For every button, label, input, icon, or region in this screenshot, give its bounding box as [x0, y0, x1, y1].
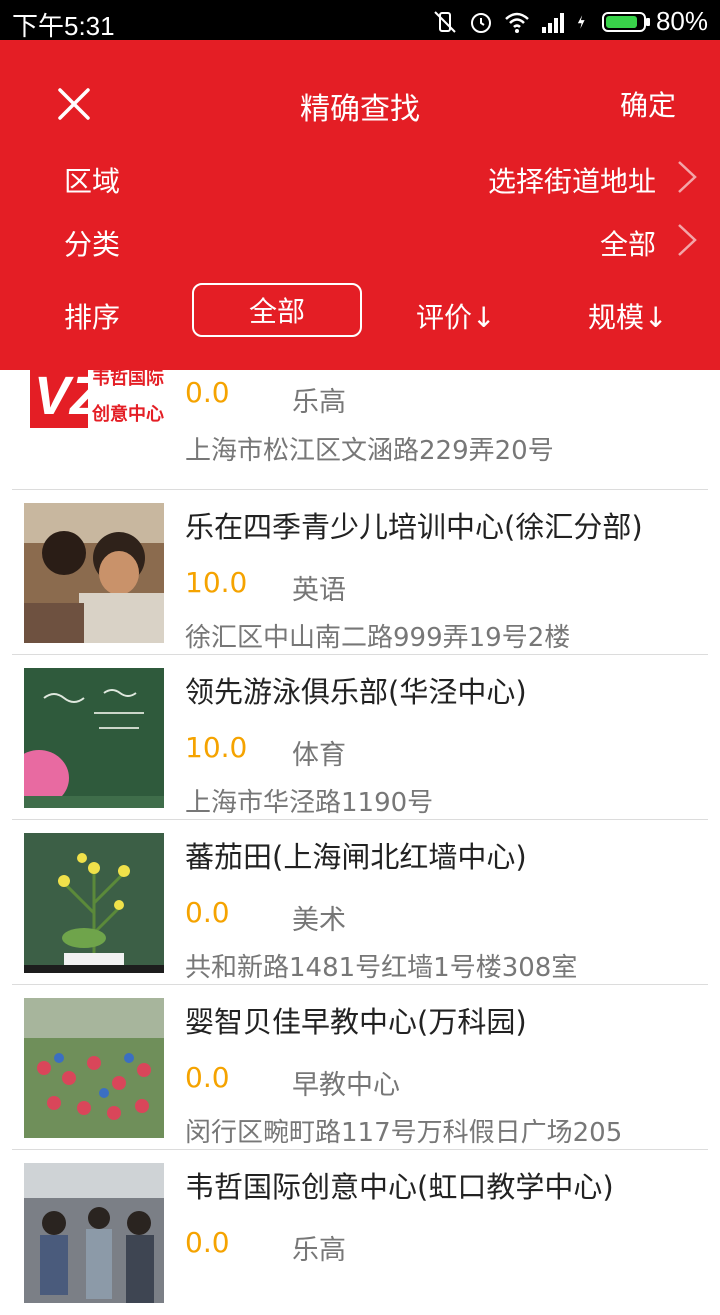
list-item[interactable]: 领先游泳俱乐部(华泾中心) 10.0 体育 上海市华泾路1190号 — [12, 655, 708, 820]
svg-text:创意中心: 创意中心 — [91, 403, 164, 425]
list-item[interactable]: 韦哲国际创意中心(虹口教学中心) 0.0 乐高 — [12, 1150, 708, 1315]
item-category: 乐高 — [292, 1235, 346, 1266]
item-name: 婴智贝佳早教中心(万科园) — [185, 1005, 527, 1039]
item-address: 上海市松江区文涵路229弄20号 — [185, 436, 554, 466]
classroom-photo — [24, 1163, 164, 1303]
sort-rating-button[interactable]: 评价↓ — [416, 296, 495, 336]
chevron-right-icon — [678, 224, 697, 256]
item-category: 早教中心 — [292, 1070, 400, 1101]
sort-all-button[interactable]: 全部 — [192, 283, 362, 337]
list-item[interactable]: 蕃茄田(上海闸北红墙中心) 0.0 美术 共和新路1481号红墙1号楼308室 — [12, 820, 708, 985]
signal-icon — [541, 12, 564, 33]
item-address: 闵行区畹町路117号万科假日广场205 — [185, 1118, 623, 1148]
item-category: 英语 — [292, 575, 346, 606]
list-item[interactable]: 乐在四季青少儿培训中心(徐汇分部) 10.0 英语 徐汇区中山南二路999弄19… — [12, 490, 708, 655]
item-name: 蕃茄田(上海闸北红墙中心) — [185, 840, 527, 874]
vibrate-off-icon — [434, 10, 456, 33]
item-name: 乐在四季青少儿培训中心(徐汇分部) — [185, 510, 643, 544]
sort-label: 排序 — [64, 301, 121, 334]
status-bar: 下午5:31 80% — [0, 0, 720, 41]
item-score: 0.0 — [185, 1061, 230, 1094]
item-address: 共和新路1481号红墙1号楼308室 — [185, 953, 578, 983]
item-score: 10.0 — [185, 566, 248, 599]
category-label: 分类 — [64, 228, 121, 261]
status-time: 下午5:31 — [12, 11, 115, 41]
page-title: 精确查找 — [300, 92, 420, 127]
charging-icon — [577, 14, 585, 29]
region-label: 区域 — [64, 165, 121, 198]
filter-panel: 精确查找 确定 区域 选择街道地址 分类 全部 排序 全部 评价↓ 规模↓ — [0, 40, 720, 370]
item-score: 0.0 — [185, 376, 230, 409]
item-category: 乐高 — [292, 387, 346, 418]
children-lawn-photo — [24, 998, 164, 1138]
chevron-right-icon — [678, 161, 697, 193]
item-score: 10.0 — [185, 731, 248, 764]
battery-icon — [601, 11, 650, 32]
sort-scale-button[interactable]: 规模↓ — [588, 296, 667, 336]
item-address: 上海市华泾路1190号 — [185, 788, 434, 818]
battery-percent: 80% — [655, 6, 708, 36]
category-value: 全部 — [599, 228, 656, 261]
region-value: 选择街道地址 — [487, 165, 656, 198]
list-item[interactable]: 婴智贝佳早教中心(万科园) 0.0 早教中心 闵行区畹町路117号万科假日广场2… — [12, 985, 708, 1150]
wifi-icon — [505, 12, 529, 33]
item-name: 韦哲国际创意中心(虹口教学中心) — [185, 1170, 614, 1204]
item-score: 0.0 — [185, 1226, 230, 1259]
status-icons: 80% — [432, 6, 708, 37]
confirm-button[interactable]: 确定 — [620, 84, 676, 124]
item-address: 徐汇区中山南二路999弄19号2楼 — [185, 623, 571, 653]
item-score: 0.0 — [185, 896, 230, 929]
svg-text:韦哲国际: 韦哲国际 — [92, 367, 164, 389]
item-category: 体育 — [292, 740, 346, 771]
flower-photo — [24, 833, 164, 973]
item-category: 美术 — [292, 905, 346, 936]
blackboard-photo — [24, 668, 164, 808]
alarm-icon — [470, 12, 491, 33]
students-photo — [24, 503, 164, 643]
item-name: 领先游泳俱乐部(华泾中心) — [185, 675, 527, 709]
